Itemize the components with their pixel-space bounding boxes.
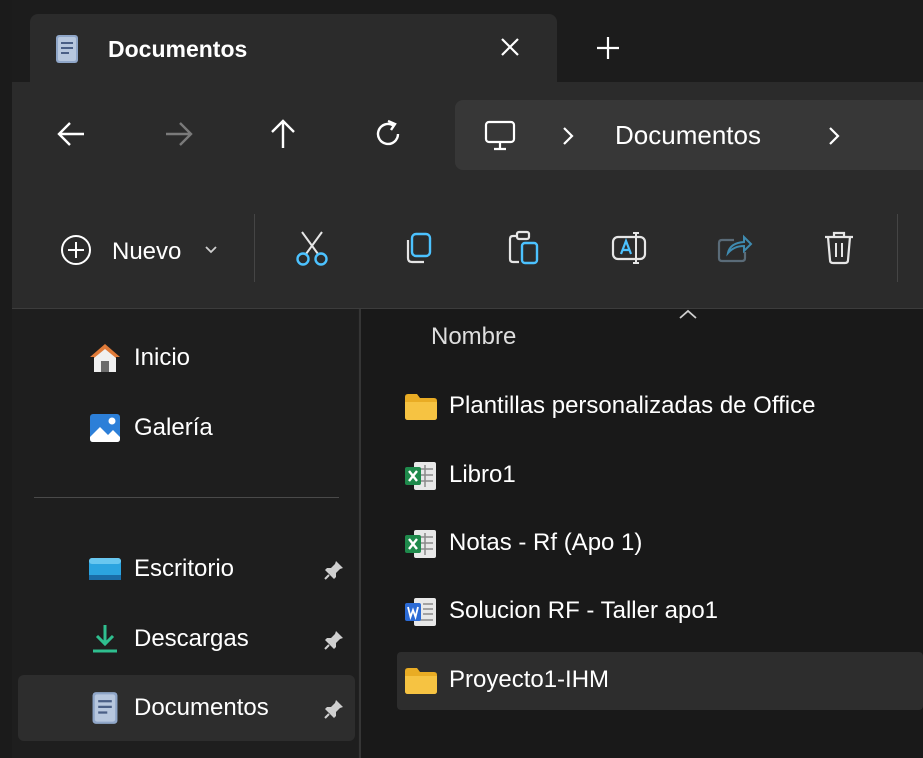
up-button[interactable] <box>263 114 303 154</box>
sidebar-item-galeria[interactable]: Galería <box>18 395 355 461</box>
chevron-right-icon[interactable] <box>559 125 577 147</box>
address-bar[interactable]: Documentos <box>455 100 923 170</box>
chevron-right-icon[interactable] <box>825 125 843 147</box>
list-item[interactable]: Libro1 <box>397 447 923 505</box>
command-bar: Nuevo <box>12 188 923 309</box>
column-header-name[interactable]: Nombre <box>431 323 516 351</box>
list-item[interactable]: Solucion RF - Taller apo1 <box>397 583 923 641</box>
plus-circle-icon <box>61 235 91 265</box>
rename-icon[interactable] <box>609 228 649 268</box>
folder-icon <box>403 664 439 698</box>
word-icon <box>403 595 439 629</box>
home-icon <box>90 344 120 372</box>
list-item[interactable]: Notas - Rf (Apo 1) <box>397 515 923 573</box>
downloads-icon <box>93 625 117 653</box>
toolbar-separator <box>897 214 898 282</box>
sidebar-item-label: Descargas <box>134 625 249 652</box>
delete-icon[interactable] <box>819 228 859 268</box>
sidebar-item-label: Documentos <box>134 694 269 721</box>
window-edge <box>0 0 12 758</box>
documents-icon <box>88 691 122 725</box>
pin-icon[interactable] <box>322 697 346 721</box>
pin-icon[interactable] <box>322 558 346 582</box>
forward-button[interactable] <box>158 114 198 154</box>
document-icon <box>54 34 80 64</box>
file-name: Plantillas personalizadas de Office <box>449 392 816 419</box>
sidebar-item-descargas[interactable]: Descargas <box>18 606 355 672</box>
file-list: Nombre Plantillas personalizadas de Offi… <box>361 309 923 758</box>
breadcrumb-documentos[interactable]: Documentos <box>615 120 761 151</box>
tab-documentos[interactable]: Documentos <box>30 14 557 82</box>
this-pc-icon[interactable] <box>483 119 517 153</box>
folder-icon <box>403 390 439 424</box>
list-item[interactable]: Plantillas personalizadas de Office <box>397 378 923 436</box>
toolbar-separator <box>254 214 255 282</box>
file-name: Proyecto1-IHM <box>449 666 610 693</box>
excel-icon <box>403 527 439 561</box>
new-button-label: Nuevo <box>112 238 182 265</box>
sidebar-item-label: Escritorio <box>134 555 235 582</box>
file-name: Libro1 <box>449 461 516 488</box>
sidebar-item-escritorio[interactable]: Escritorio <box>18 536 355 602</box>
new-tab-button[interactable] <box>594 34 622 62</box>
share-icon[interactable] <box>714 228 754 268</box>
navigation-pane: Inicio Galería Escritorio Descargas Docu… <box>12 309 358 758</box>
sidebar-item-label: Galería <box>134 414 213 441</box>
sidebar-separator <box>34 497 339 498</box>
sidebar-item-inicio[interactable]: Inicio <box>18 325 355 391</box>
back-button[interactable] <box>52 114 92 154</box>
list-item[interactable]: Proyecto1-IHM <box>397 652 923 710</box>
file-name: Notas - Rf (Apo 1) <box>449 529 643 556</box>
desktop-icon <box>89 558 121 580</box>
sort-ascending-icon[interactable] <box>677 307 699 321</box>
copy-icon[interactable] <box>398 228 438 268</box>
paste-icon[interactable] <box>503 228 543 268</box>
cut-icon[interactable] <box>292 228 332 268</box>
chevron-down-icon <box>205 246 217 254</box>
gallery-icon <box>90 414 120 442</box>
excel-icon <box>403 459 439 493</box>
sidebar-item-documentos[interactable]: Documentos <box>18 675 355 741</box>
sidebar-item-label: Inicio <box>134 344 191 371</box>
close-tab-button[interactable] <box>496 33 524 61</box>
tab-title: Documentos <box>108 36 248 62</box>
pin-icon[interactable] <box>322 628 346 652</box>
refresh-button[interactable] <box>368 114 408 154</box>
file-name: Solucion RF - Taller apo1 <box>449 597 719 624</box>
